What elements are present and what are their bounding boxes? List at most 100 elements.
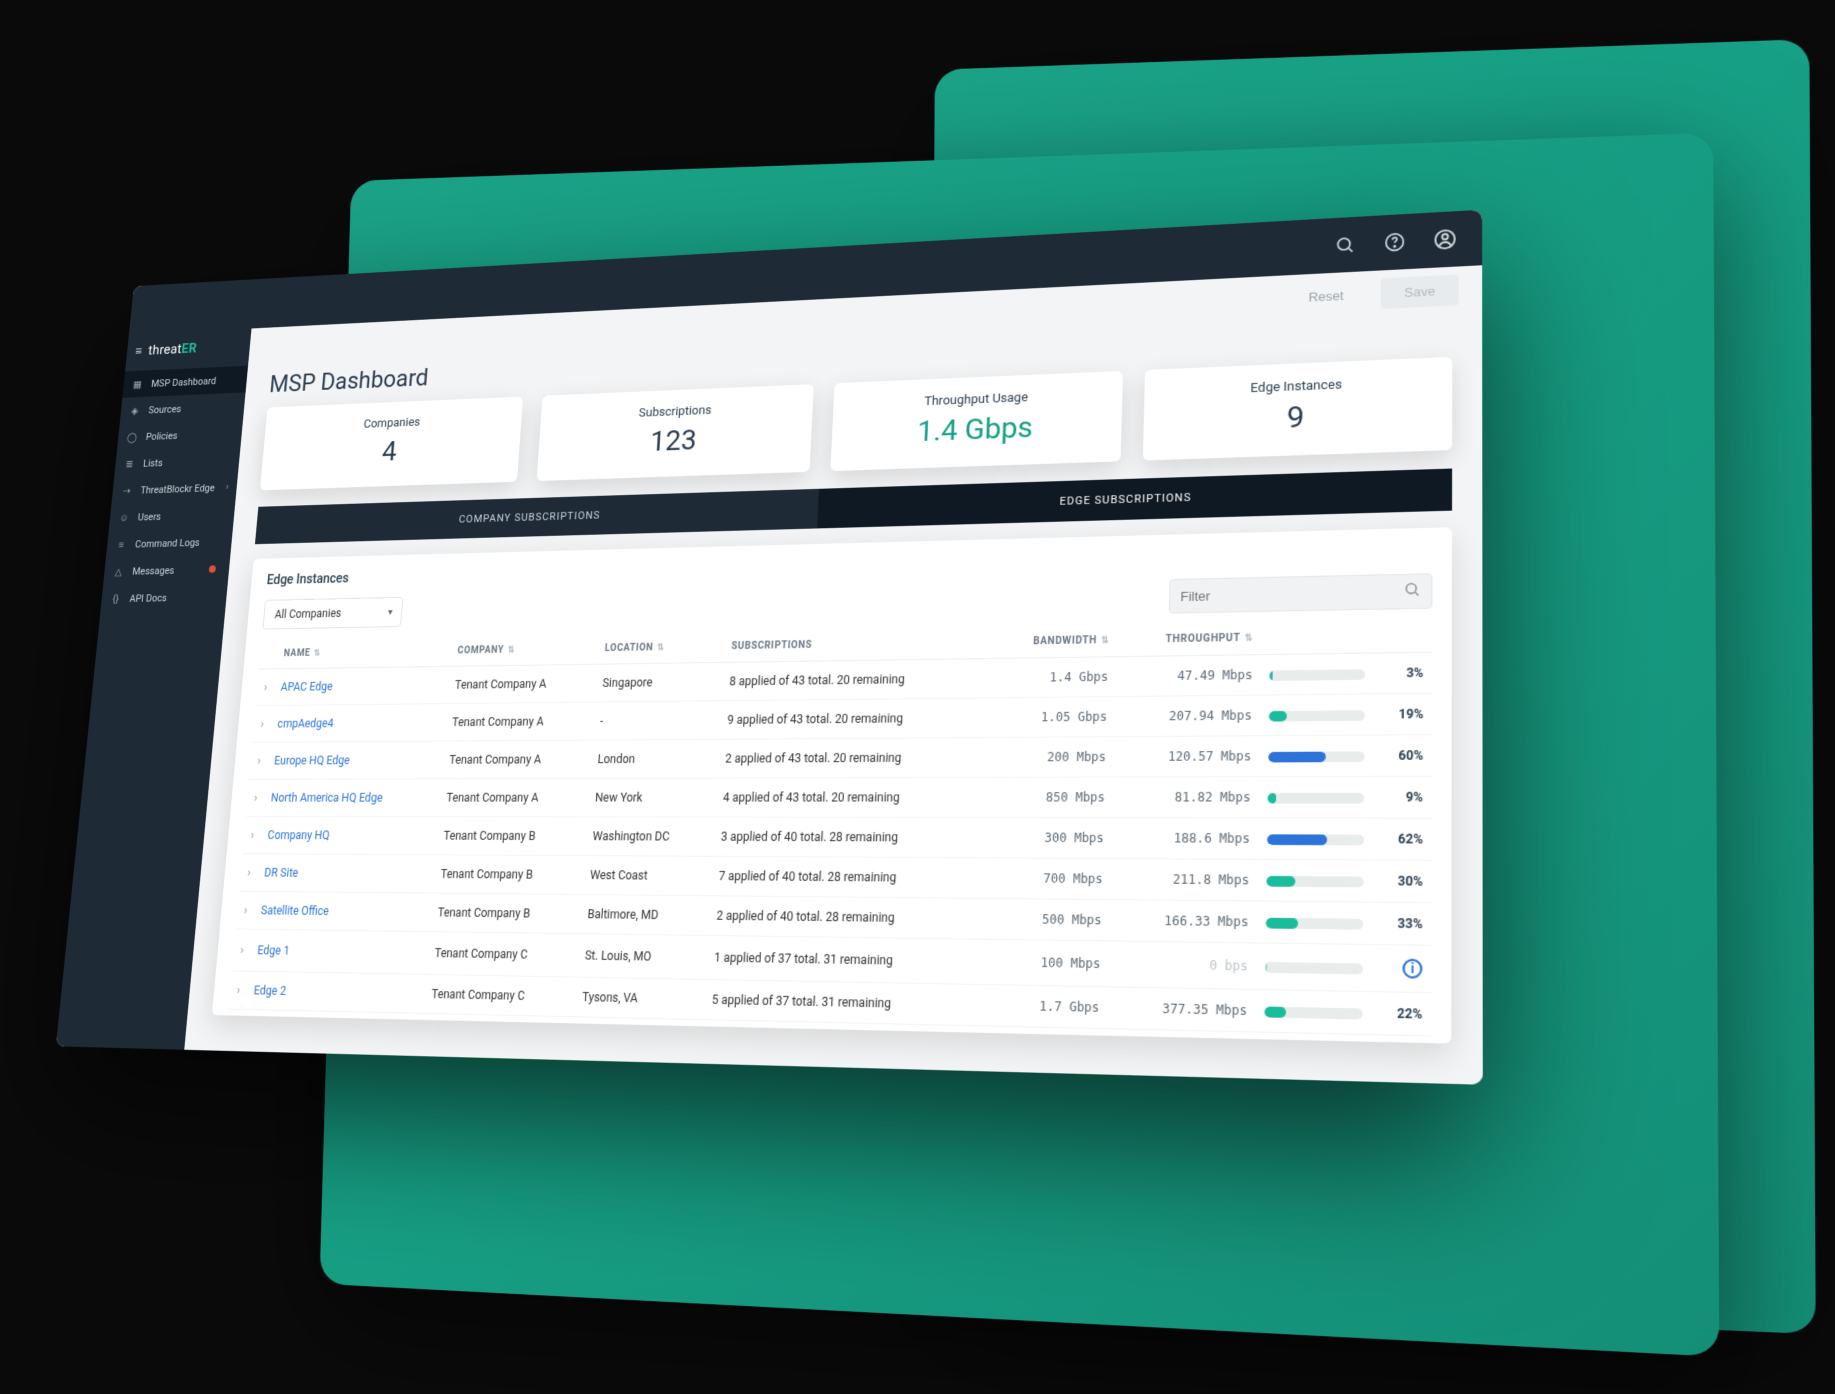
edge-name-link[interactable]: Satellite Office	[261, 904, 330, 918]
col-company[interactable]: COMPANY⇅	[449, 634, 598, 667]
brand-row: ≡ threatER	[125, 328, 251, 371]
sidebar-item-label: MSP Dashboard	[151, 375, 217, 389]
cell-bandwidth: 100 Mbps	[1040, 955, 1100, 971]
col-subscriptions: SUBSCRIPTIONS	[723, 627, 990, 662]
col-location[interactable]: LOCATION⇅	[596, 632, 724, 665]
edge-instances-panel: Edge Instances All Companies ▾	[212, 527, 1452, 1043]
edge-name-link[interactable]: APAC Edge	[280, 680, 333, 694]
save-button[interactable]: Save	[1381, 274, 1459, 309]
throughput-bar	[1268, 793, 1365, 804]
cell-location: New York	[586, 778, 716, 817]
info-icon[interactable]: i	[1402, 959, 1422, 979]
sidebar-item-label: API Docs	[129, 592, 167, 605]
sort-icon: ⇅	[657, 643, 665, 653]
table-row: ›North America HQ EdgeTenant Company ANe…	[246, 776, 1432, 818]
cell-company: Tenant Company B	[432, 855, 584, 895]
card-value: 9	[1153, 395, 1441, 441]
hamburger-icon[interactable]: ≡	[134, 343, 142, 358]
card-value: 123	[547, 420, 803, 462]
card-throughput-usage: Throughput Usage 1.4 Gbps	[830, 371, 1123, 471]
cell-subscriptions: 4 applied of 43 total. 20 remaining	[714, 777, 985, 817]
bell-icon: △	[112, 565, 125, 578]
cell-location: West Coast	[581, 856, 712, 896]
select-value: All Companies	[274, 607, 342, 621]
throughput-bar	[1268, 751, 1364, 762]
cell-company: Tenant Company A	[446, 664, 596, 703]
edge-name-link[interactable]: North America HQ Edge	[270, 791, 383, 805]
cell-location: Baltimore, MD	[579, 895, 710, 936]
filter-box[interactable]	[1169, 573, 1433, 613]
sidebar-item-label: Messages	[132, 564, 175, 577]
cell-location: St. Louis, MO	[576, 934, 708, 980]
help-icon[interactable]	[1383, 231, 1406, 254]
throughput-pct: 22%	[1380, 1006, 1422, 1022]
cell-throughput: 207.94 Mbps	[1169, 708, 1252, 723]
edge-name-link[interactable]: Europe HQ Edge	[274, 754, 351, 768]
throughput-bar	[1269, 669, 1365, 681]
card-companies: Companies 4	[260, 397, 523, 491]
cell-company: Tenant Company C	[423, 974, 576, 1016]
sidebar-item-label: Sources	[148, 403, 182, 416]
cell-bandwidth: 850 Mbps	[1046, 790, 1106, 805]
cell-bandwidth: 1.7 Gbps	[1039, 999, 1099, 1015]
company-filter-select[interactable]: All Companies ▾	[262, 597, 403, 630]
cell-subscriptions: 2 applied of 43 total. 20 remaining	[717, 738, 987, 779]
account-icon[interactable]	[1433, 228, 1456, 251]
cell-throughput: 120.57 Mbps	[1168, 749, 1252, 764]
sort-icon: ⇅	[1101, 636, 1110, 646]
sidebar-item-messages[interactable]: △ Messages	[103, 555, 230, 585]
brand-logo: threatER	[148, 340, 198, 358]
cell-company: Tenant Company A	[438, 778, 589, 816]
cell-location: London	[589, 739, 719, 778]
reset-button[interactable]: Reset	[1286, 279, 1367, 314]
throughput-pct: 33%	[1381, 916, 1423, 932]
sort-icon: ⇅	[1245, 634, 1254, 644]
cell-subscriptions: 9 applied of 43 total. 20 remaining	[719, 698, 988, 739]
edge-name-link[interactable]: Edge 1	[257, 943, 290, 957]
throughput-pct: 62%	[1381, 831, 1423, 846]
throughput-bar	[1265, 962, 1363, 974]
edge-name-link[interactable]: cmpAedge4	[277, 717, 334, 731]
sidebar-item-users[interactable]: ☺ Users	[109, 500, 236, 531]
caret-down-icon: ▾	[388, 607, 393, 617]
edge-name-link[interactable]: Edge 2	[253, 984, 286, 998]
sidebar-item-api-docs[interactable]: {} API Docs	[100, 582, 228, 612]
sidebar-item-command-logs[interactable]: ≡ Command Logs	[106, 528, 233, 559]
cell-company: Tenant Company A	[444, 702, 594, 741]
sidebar-item-label: Users	[137, 510, 161, 522]
cell-subscriptions: 3 applied of 40 total. 28 remaining	[712, 817, 983, 858]
cell-subscriptions: 1 applied of 37 total. 31 remaining	[705, 935, 979, 984]
col-bandwidth[interactable]: BANDWIDTH⇅	[989, 625, 1118, 659]
sidebar-item-threatblockr-edge[interactable]: ⇢ ThreatBlockr Edge ›	[111, 473, 238, 504]
code-icon: {}	[109, 592, 122, 605]
chevron-right-icon: ›	[225, 482, 228, 492]
sidebar-item-label: Lists	[143, 457, 163, 469]
cell-company: Tenant Company B	[435, 817, 587, 856]
lists-icon: ≣	[123, 457, 136, 470]
cell-company: Tenant Company C	[426, 932, 579, 977]
cell-company: Tenant Company A	[441, 740, 592, 779]
cell-throughput: 81.82 Mbps	[1175, 790, 1251, 805]
card-subscriptions: Subscriptions 123	[537, 384, 814, 481]
users-icon: ☺	[118, 511, 131, 524]
card-value: 1.4 Gbps	[841, 407, 1112, 451]
edge-name-link[interactable]: Company HQ	[267, 828, 330, 842]
filter-input[interactable]	[1180, 584, 1395, 604]
cell-throughput: 188.6 Mbps	[1174, 831, 1250, 846]
logs-icon: ≡	[115, 538, 128, 551]
col-throughput[interactable]: THROUGHPUT⇅	[1117, 622, 1262, 657]
edge-name-link[interactable]: DR Site	[264, 866, 299, 880]
cell-bandwidth: 500 Mbps	[1042, 912, 1102, 927]
card-edge-instances: Edge Instances 9	[1143, 357, 1452, 461]
edge-icon: ⇢	[120, 484, 133, 497]
sidebar-item-label: Command Logs	[135, 536, 201, 550]
card-value: 4	[270, 431, 512, 472]
throughput-bar	[1264, 1006, 1362, 1019]
throughput-pct: 19%	[1382, 707, 1423, 722]
cell-company: Tenant Company B	[429, 893, 581, 934]
cell-location: -	[591, 701, 720, 740]
cell-location: Washington DC	[584, 817, 714, 856]
cell-bandwidth: 1.05 Gbps	[1041, 709, 1108, 724]
search-icon[interactable]	[1333, 233, 1356, 256]
col-name[interactable]: NAME⇅	[276, 636, 452, 668]
